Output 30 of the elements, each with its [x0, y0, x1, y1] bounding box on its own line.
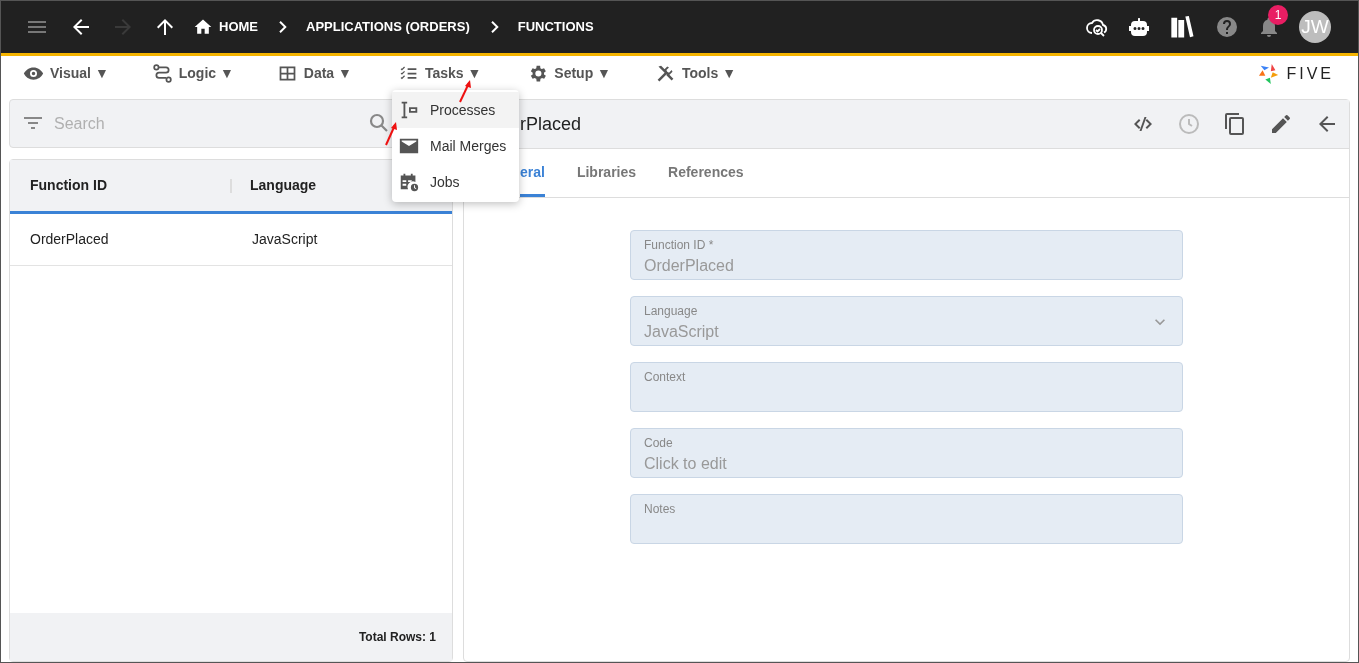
table-row[interactable]: OrderPlaced JavaScript — [10, 214, 452, 266]
logo-text: FIVE — [1286, 63, 1334, 84]
field-label: Notes — [644, 501, 676, 518]
menu-button[interactable]: Tools ▼ — [654, 63, 736, 84]
field-label: Code — [644, 435, 673, 452]
column-header[interactable]: Function ID — [10, 175, 230, 196]
breadcrumb-link[interactable]: FUNCTIONS — [517, 17, 594, 37]
record-title: rPlaced — [520, 112, 582, 136]
menu-button[interactable]: Logic ▼ — [151, 63, 234, 84]
column-header[interactable]: Language — [232, 175, 317, 196]
field-value: OrderPlaced — [644, 256, 734, 276]
breadcrumb-link[interactable]: APPLICATIONS (ORDERS) — [306, 17, 470, 37]
menu-button[interactable]: Data ▼ — [276, 63, 352, 84]
table-cell-text: JavaScript — [251, 230, 318, 249]
notification-badge: 1 — [1268, 5, 1288, 25]
tab[interactable]: References — [668, 148, 744, 197]
breadcrumb-link[interactable]: HOME — [219, 17, 258, 37]
menu-button[interactable]: Tasks ▼ — [397, 63, 482, 84]
menu-button[interactable]: Visual ▼ — [23, 63, 109, 84]
dropdown-item[interactable]: Processes — [392, 92, 519, 128]
table-cell-text: OrderPlaced — [29, 230, 110, 249]
field-label: Language — [644, 303, 698, 320]
field-label: Function ID * — [644, 237, 714, 254]
field-label: Context — [644, 369, 686, 386]
tab[interactable]: Libraries — [576, 148, 637, 197]
row-count: Total Rows: 1 — [358, 629, 436, 646]
field-value: JavaScript — [644, 322, 719, 342]
field-value: Click to edit — [644, 454, 727, 474]
menu-button[interactable]: Setup ▼ — [527, 63, 611, 84]
dropdown-item[interactable]: Jobs — [392, 164, 519, 200]
